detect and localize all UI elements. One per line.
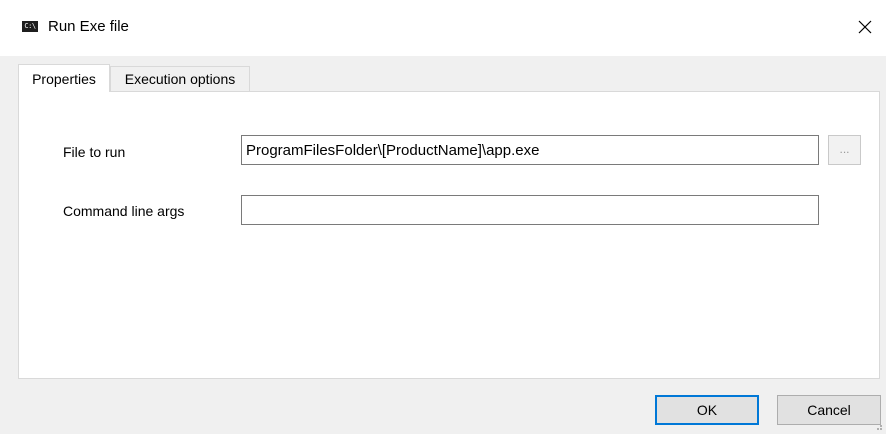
console-app-icon: C:\ <box>22 21 38 32</box>
browse-button[interactable]: ... <box>828 135 861 165</box>
command-line-args-label: Command line args <box>63 203 185 219</box>
ok-button[interactable]: OK <box>655 395 759 425</box>
command-line-args-input[interactable] <box>241 195 819 225</box>
tab-execution-options[interactable]: Execution options <box>110 66 250 91</box>
window-title: Run Exe file <box>48 18 129 35</box>
close-icon <box>858 20 872 34</box>
dialog-client-area: Properties Execution options File to run… <box>0 56 886 434</box>
close-button[interactable] <box>850 12 880 42</box>
title-bar: C:\ Run Exe file <box>0 0 886 56</box>
file-to-run-input[interactable] <box>241 135 819 165</box>
file-to-run-label: File to run <box>63 144 126 160</box>
resize-grip-icon[interactable] <box>874 422 882 430</box>
tab-properties[interactable]: Properties <box>18 64 110 92</box>
cancel-button[interactable]: Cancel <box>777 395 881 425</box>
properties-panel: File to run ... Command line args <box>18 91 880 379</box>
